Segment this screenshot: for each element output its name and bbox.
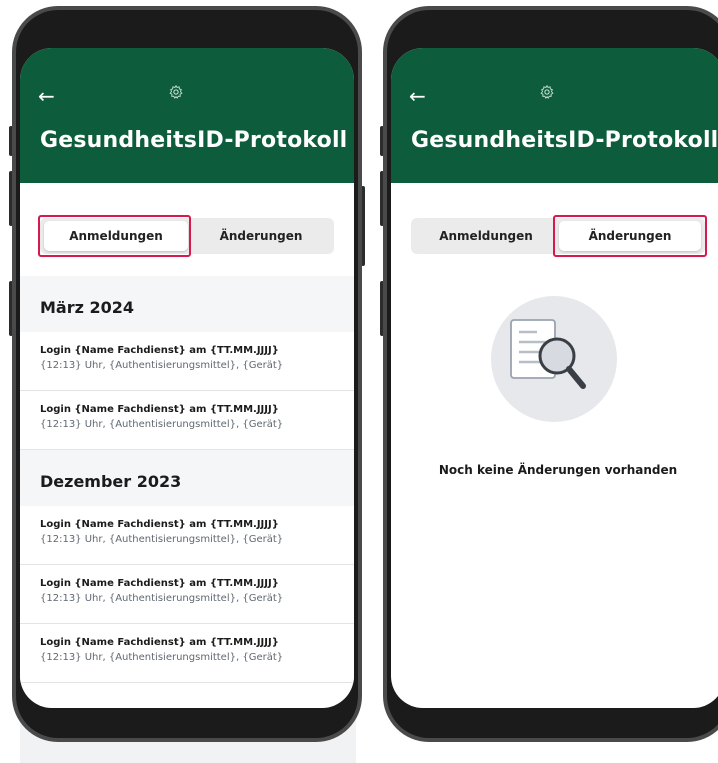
phone-screen: ← GesundheitsID-Protokoll Anmeldungen Än… [391,48,718,708]
month-header: Dezember 2023 [20,450,354,506]
entry-details: {12:13} Uhr, {Authentisierungsmittel}, {… [40,419,284,430]
tab-aenderungen[interactable]: Änderungen [190,221,332,251]
gear-icon[interactable] [539,84,555,104]
entry-title: Login {Name Fachdienst} am {TT.MM.JJJJ} [40,404,279,415]
entry-details: {12:13} Uhr, {Authentisierungsmittel}, {… [40,652,284,663]
entry-title: Login {Name Fachdienst} am {TT.MM.JJJJ} [40,578,279,589]
entry-title: Login {Name Fachdienst} am {TT.MM.JJJJ} [40,519,279,530]
entry-details: {12:13} Uhr, {Authentisierungsmittel}, {… [40,593,284,604]
month-header: März 2024 [20,276,354,332]
login-list: März 2024 Login {Name Fachdienst} am {TT… [20,276,354,683]
entry-title: Login {Name Fachdienst} am {TT.MM.JJJJ} [40,345,279,356]
list-item[interactable]: Login {Name Fachdienst} am {TT.MM.JJJJ} … [20,391,354,450]
list-item[interactable]: Login {Name Fachdienst} am {TT.MM.JJJJ} … [20,624,354,683]
back-arrow-icon[interactable]: ← [38,86,55,106]
highlight-box [553,215,707,257]
header-bar: ← GesundheitsID-Protokoll [20,48,354,183]
highlight-box [38,215,191,257]
empty-state-illustration [491,296,617,422]
list-item[interactable]: Login {Name Fachdienst} am {TT.MM.JJJJ} … [20,506,354,565]
page-title: GesundheitsID-Protokoll [40,128,348,153]
entry-title: Login {Name Fachdienst} am {TT.MM.JJJJ} [40,637,279,648]
phone-left: ← GesundheitsID-Protokoll Anmeldungen Än… [9,6,365,742]
header-bar: ← GesundheitsID-Protokoll [391,48,718,183]
entry-details: {12:13} Uhr, {Authentisierungsmittel}, {… [40,360,284,371]
tab-switcher: Anmeldungen Änderungen [411,215,707,257]
page-title: GesundheitsID-Protokoll [411,128,718,153]
back-arrow-icon[interactable]: ← [409,86,426,106]
gear-icon[interactable] [168,84,184,104]
empty-state-message: Noch keine Änderungen vorhanden [438,463,678,477]
list-item[interactable]: Login {Name Fachdienst} am {TT.MM.JJJJ} … [20,565,354,624]
tab-anmeldungen[interactable]: Anmeldungen [415,221,557,251]
list-item[interactable]: Login {Name Fachdienst} am {TT.MM.JJJJ} … [20,332,354,391]
entry-details: {12:13} Uhr, {Authentisierungsmittel}, {… [40,534,284,545]
phone-right: ← GesundheitsID-Protokoll Anmeldungen Än… [380,6,718,742]
tab-switcher: Anmeldungen Änderungen [38,215,334,257]
phone-screen: ← GesundheitsID-Protokoll Anmeldungen Än… [20,48,354,708]
document-search-icon [510,319,586,389]
